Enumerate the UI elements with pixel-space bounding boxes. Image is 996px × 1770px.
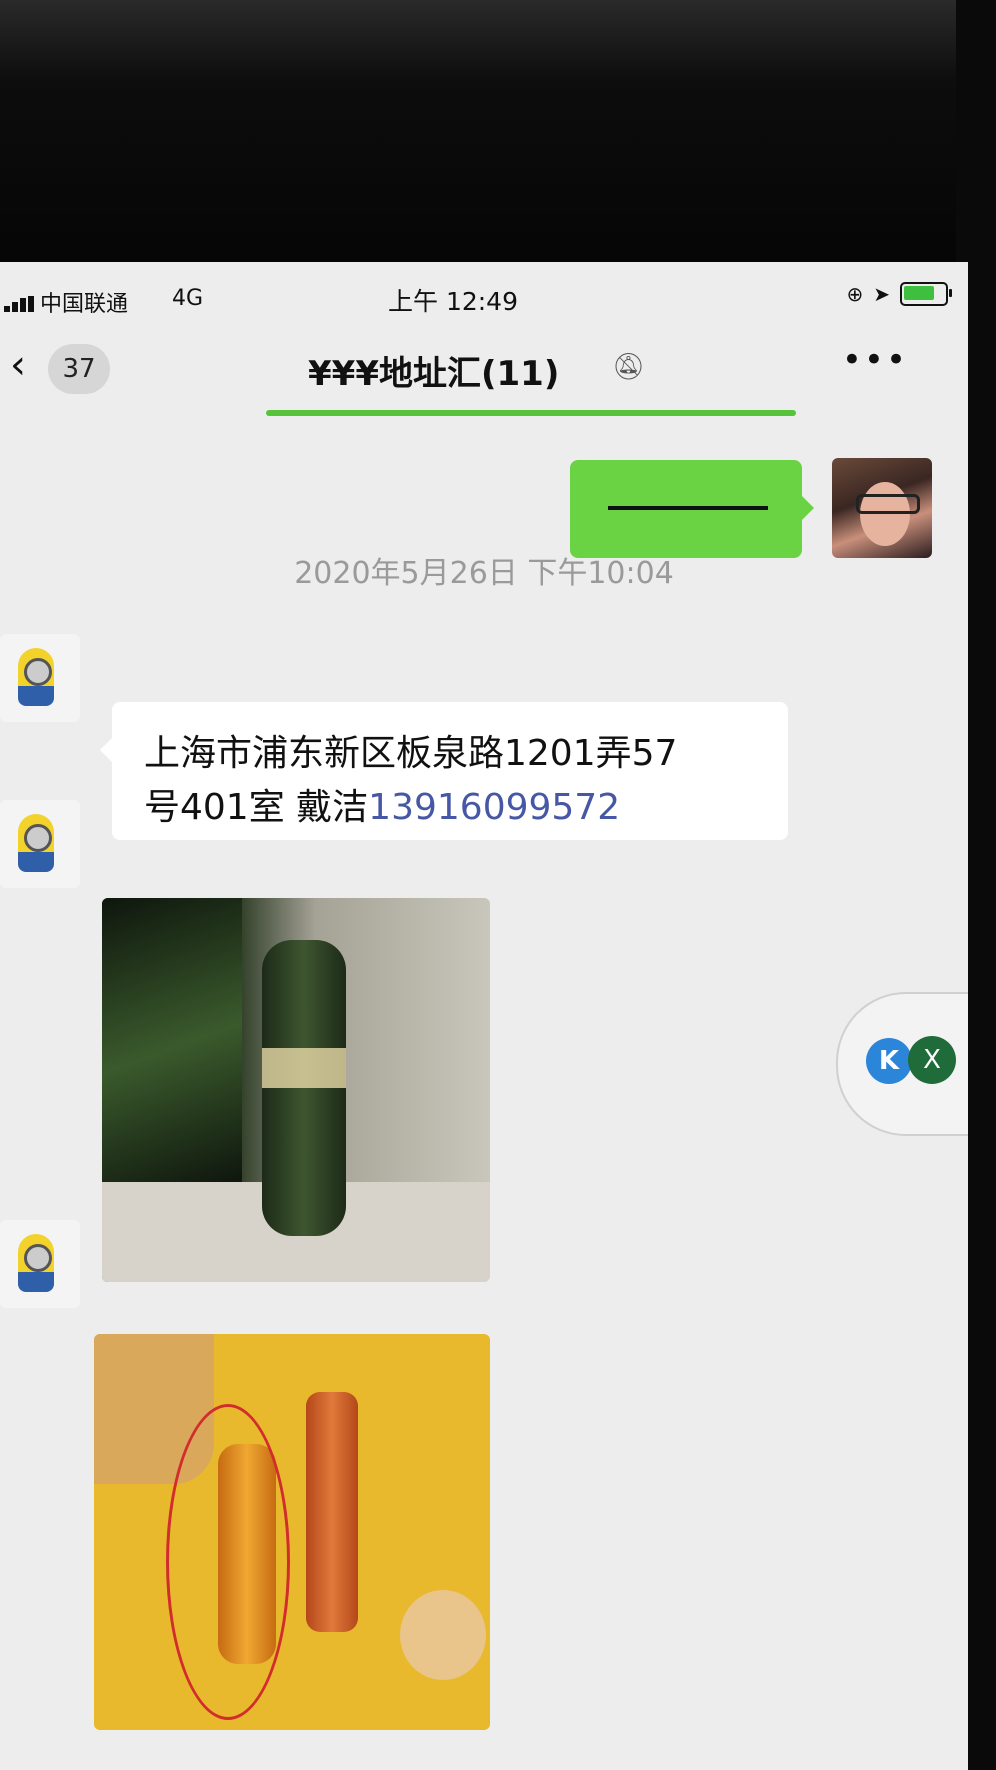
my-avatar[interactable] [832, 458, 932, 558]
sender-avatar[interactable] [0, 634, 80, 722]
ellipsis-icon[interactable]: ••• [842, 340, 908, 380]
network-type: 4G [172, 286, 204, 311]
sender-avatar[interactable] [0, 800, 80, 888]
phone-screen: 中国联通 4G 上午 12:49 ⊕ ➤ ‹ 37 ¥¥¥地址汇(11) 🔕︎ … [0, 262, 968, 1770]
message-timestamp: 2020年5月26日 下午10:04 [294, 556, 674, 591]
sent-message-bubble[interactable] [570, 460, 814, 558]
chevron-left-icon[interactable]: ‹ [10, 342, 26, 388]
product-photo-serum-bottles[interactable] [94, 1334, 490, 1730]
address-message-bubble[interactable]: 上海市浦东新区板泉路1201弄57 号401室 戴洁13916099572 [100, 702, 788, 840]
carrier-name: 中国联通 [40, 292, 129, 317]
sender-avatar[interactable] [0, 1220, 80, 1308]
address-line-2: 号401室 戴洁13916099572 [144, 778, 620, 830]
orientation-lock-icon: ⊕ [846, 282, 864, 306]
close-icon[interactable]: X [908, 1036, 956, 1084]
floating-app-widget[interactable]: K X [836, 992, 968, 1136]
header-accent-bar [266, 410, 796, 416]
device-bezel [0, 0, 996, 270]
clock: 上午 12:49 [388, 287, 518, 316]
battery-charging-icon [900, 282, 952, 306]
status-icons: ⊕ ➤ [846, 282, 952, 306]
unread-badge[interactable]: 37 [48, 344, 110, 394]
phone-link[interactable]: 13916099572 [368, 787, 620, 828]
app-icon[interactable]: K [866, 1038, 912, 1084]
address-line-1: 上海市浦东新区板泉路1201弄57 [144, 733, 678, 774]
signal-icon [4, 296, 34, 312]
redacted-line [608, 506, 768, 510]
status-bar: 中国联通 4G 上午 12:49 ⊕ ➤ [0, 262, 968, 322]
chat-title: ¥¥¥地址汇(11) [308, 354, 560, 394]
address-line-2-text: 号401室 戴洁 [144, 787, 369, 828]
product-photo-green-bottle[interactable] [102, 898, 490, 1282]
chat-header: ‹ 37 ¥¥¥地址汇(11) 🔕︎ ••• [0, 322, 968, 412]
bell-slash-icon: 🔕︎ [612, 352, 646, 382]
location-icon: ➤ [873, 282, 890, 306]
